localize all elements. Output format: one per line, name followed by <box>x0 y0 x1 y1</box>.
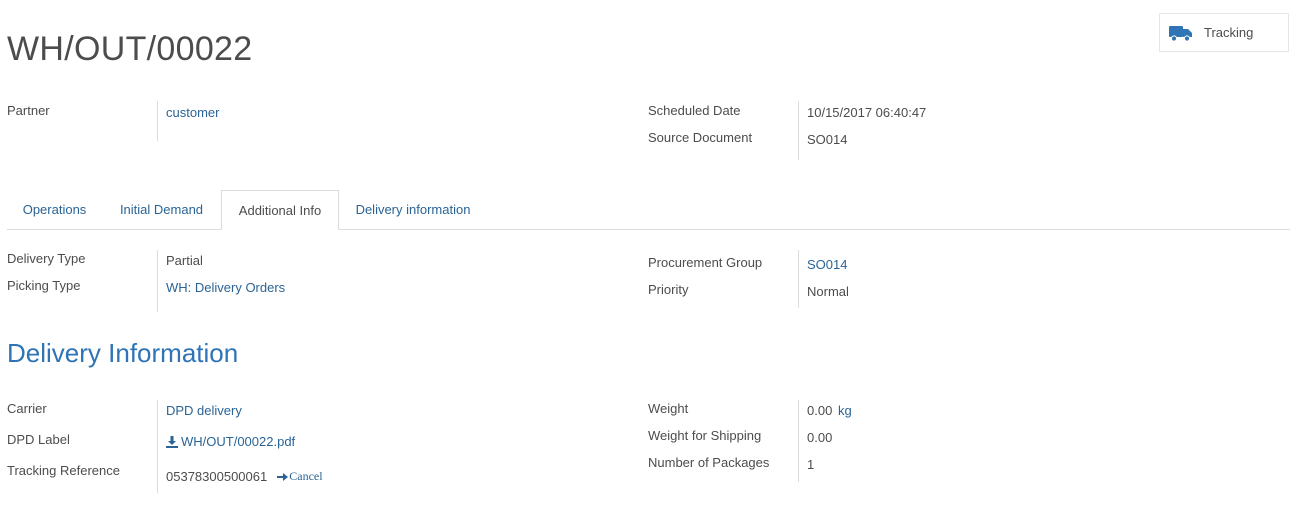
cancel-label: Cancel <box>289 469 323 483</box>
partner-value[interactable]: customer <box>166 105 219 120</box>
tab-initial-demand[interactable]: Initial Demand <box>102 190 221 230</box>
tracking-button-label: Tracking <box>1204 25 1254 40</box>
tracking-reference-value[interactable]: 05378300500061 <box>166 469 267 484</box>
section-title-delivery-information: Delivery Information <box>7 338 239 368</box>
priority-value[interactable]: Normal <box>807 284 849 299</box>
procurement-group-value[interactable]: SO014 <box>807 257 847 272</box>
packages-value[interactable]: 1 <box>807 457 814 472</box>
weight-value[interactable]: 0.00 <box>807 403 832 418</box>
weight-field: 0.00 kg <box>807 403 852 418</box>
dpd-label-label: DPD Label <box>7 432 70 447</box>
picking-type-label: Picking Type <box>7 278 81 293</box>
tracking-reference-field: 05378300500061 Cancel <box>166 469 323 484</box>
dpd-label-download-link[interactable]: WH/OUT/00022.pdf <box>166 434 295 449</box>
scheduled-date-label: Scheduled Date <box>648 103 741 118</box>
divider <box>798 400 799 482</box>
dpd-label-filename: WH/OUT/00022.pdf <box>181 434 296 449</box>
packages-label: Number of Packages <box>648 455 770 470</box>
divider <box>798 101 799 160</box>
weight-shipping-label: Weight for Shipping <box>648 428 762 443</box>
tracking-reference-label: Tracking Reference <box>7 463 120 478</box>
delivery-type-label: Delivery Type <box>7 251 86 266</box>
arrow-right-icon <box>277 472 289 482</box>
picking-type-value[interactable]: WH: Delivery Orders <box>166 280 285 295</box>
weight-shipping-value[interactable]: 0.00 <box>807 430 832 445</box>
divider <box>157 400 158 493</box>
download-icon <box>166 435 178 448</box>
partner-label: Partner <box>7 103 50 118</box>
tab-delivery-information[interactable]: Delivery information <box>339 190 487 230</box>
carrier-label: Carrier <box>7 401 47 416</box>
page-title: WH/OUT/00022 <box>7 30 253 68</box>
source-document-value[interactable]: SO014 <box>807 132 847 147</box>
weight-label: Weight <box>648 401 689 416</box>
tab-additional-info[interactable]: Additional Info <box>221 190 339 230</box>
truck-icon <box>1169 24 1193 42</box>
priority-label: Priority <box>648 282 689 297</box>
cancel-tracking-link[interactable]: Cancel <box>277 469 323 484</box>
tracking-button[interactable]: Tracking <box>1159 13 1289 52</box>
tab-operations[interactable]: Operations <box>7 190 102 230</box>
notebook-tabs: Operations Initial Demand Additional Inf… <box>7 190 1290 230</box>
scheduled-date-value[interactable]: 10/15/2017 06:40:47 <box>807 105 926 120</box>
procurement-group-label: Procurement Group <box>648 255 763 270</box>
divider <box>798 250 799 308</box>
delivery-type-value[interactable]: Partial <box>166 253 203 268</box>
carrier-value[interactable]: DPD delivery <box>166 403 242 418</box>
divider <box>157 250 158 312</box>
source-document-label: Source Document <box>648 130 753 145</box>
weight-unit[interactable]: kg <box>838 403 852 418</box>
divider <box>157 101 158 141</box>
